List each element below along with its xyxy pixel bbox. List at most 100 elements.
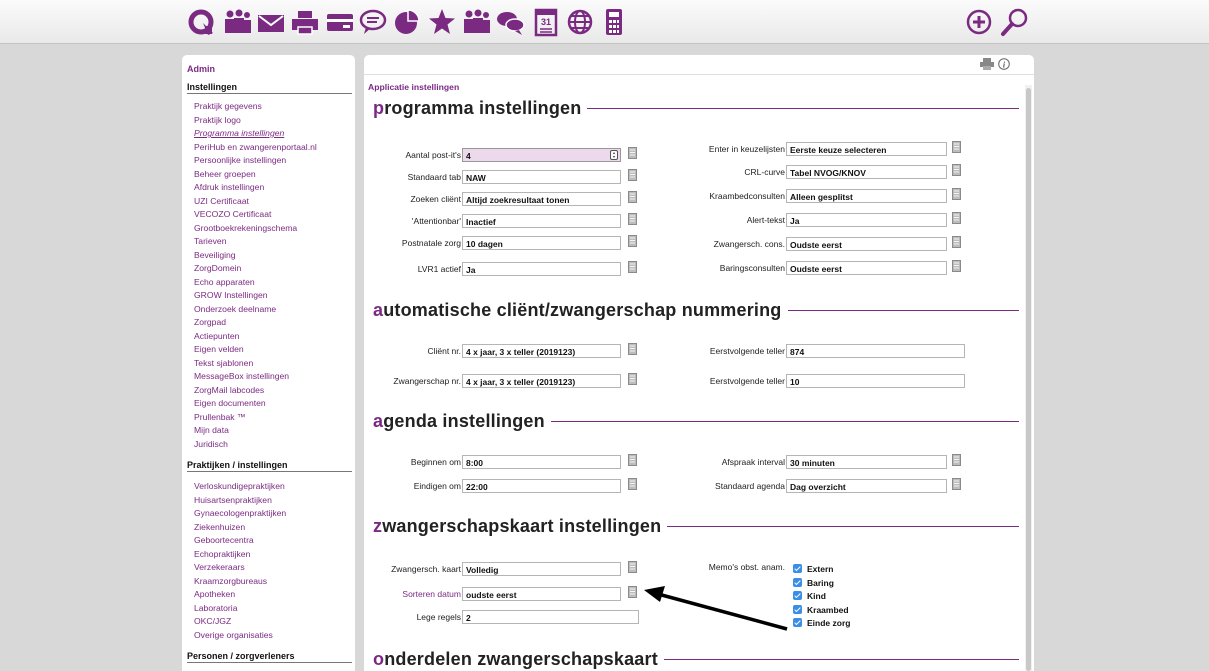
beginnen-om-input[interactable]: 8:00 (462, 455, 621, 469)
sidebar-link[interactable]: Zorgpad (194, 316, 317, 330)
sidebar-link[interactable]: OKC/JGZ (194, 615, 286, 629)
sidebar-link[interactable]: Beheer groepen (194, 168, 317, 182)
memo-checkbox[interactable] (793, 618, 802, 627)
sidebar-link[interactable]: Geboortecentra (194, 534, 286, 548)
card-icon[interactable] (325, 6, 355, 38)
sidebar-link[interactable]: Gynaecologenpraktijken (194, 507, 286, 521)
note-icon[interactable] (952, 164, 961, 176)
zwangersch-kaart-select[interactable]: Volledig (462, 562, 621, 576)
baringsconsulten-select[interactable]: Oudste eerst (786, 261, 947, 275)
sidebar-link[interactable]: Overige organisaties (194, 629, 286, 643)
sidebar-link[interactable]: Huisartsenpraktijken (194, 494, 286, 508)
eerstvolgende-teller-zwangerschap-input[interactable]: 10 (786, 374, 965, 388)
refresh-icon[interactable] (186, 6, 216, 38)
calendar-icon[interactable]: 31 (531, 6, 561, 38)
zwangersch-cons-select[interactable]: Oudste eerst (786, 237, 947, 251)
enter-keuzelijsten-select[interactable]: Eerste keuze selecteren (786, 142, 947, 156)
sidebar-link[interactable]: Tekst sjablonen (194, 357, 317, 371)
note-icon[interactable] (952, 188, 961, 200)
sidebar-link[interactable]: ZorgDomein (194, 262, 317, 276)
eindigen-om-input[interactable]: 22:00 (462, 479, 621, 493)
sidebar-link[interactable]: Persoonlijke instellingen (194, 154, 317, 168)
lvr1-actief-select[interactable]: Ja (462, 262, 621, 276)
sidebar-link[interactable]: Juridisch (194, 438, 317, 452)
info-icon[interactable]: i (998, 58, 1010, 70)
sidebar-link[interactable]: Onderzoek deelname (194, 303, 317, 317)
globe-icon[interactable] (565, 6, 595, 38)
sorteren-datum-select[interactable]: oudste eerst (462, 587, 621, 601)
add-icon[interactable] (964, 6, 994, 38)
standaard-agenda-select[interactable]: Dag overzicht (786, 479, 947, 493)
crl-curve-select[interactable]: Tabel NVOG/KNOV (786, 165, 947, 179)
sidebar-link[interactable]: MessageBox instellingen (194, 370, 317, 384)
note-icon[interactable] (952, 260, 961, 272)
note-icon[interactable] (628, 343, 637, 355)
note-icon[interactable] (628, 261, 637, 273)
sidebar-link[interactable]: Echopraktijken (194, 548, 286, 562)
sidebar-link[interactable]: Programma instellingen (194, 127, 317, 141)
sidebar-link[interactable]: Actiepunten (194, 330, 317, 344)
printer-icon[interactable] (290, 6, 320, 38)
note-icon[interactable] (952, 212, 961, 224)
chat-bubble-icon[interactable] (358, 6, 388, 38)
sidebar-link[interactable]: Ziekenhuizen (194, 521, 286, 535)
memo-checkbox[interactable] (793, 577, 802, 587)
stepper-icon[interactable] (610, 150, 618, 160)
sidebar-link[interactable]: GROW Instellingen (194, 289, 317, 303)
note-icon[interactable] (628, 373, 637, 385)
sidebar-link[interactable]: Praktijk logo (194, 114, 317, 128)
conversation-icon[interactable] (495, 6, 525, 38)
note-icon[interactable] (628, 561, 637, 573)
memo-checkbox[interactable] (793, 564, 802, 573)
note-icon[interactable] (628, 147, 637, 159)
afspraak-interval-select[interactable]: 30 minuten (786, 455, 947, 469)
sidebar-link[interactable]: Prullenbak ™ (194, 411, 317, 425)
sidebar-link[interactable]: Eigen documenten (194, 397, 317, 411)
attentionbar-select[interactable]: Inactief (462, 214, 621, 228)
eerstvolgende-teller-client-input[interactable]: 874 (786, 344, 965, 358)
calculator-icon[interactable] (599, 6, 629, 38)
kraambedconsulten-select[interactable]: Alleen gesplitst (786, 189, 947, 203)
note-icon[interactable] (952, 236, 961, 248)
note-icon[interactable] (628, 454, 637, 466)
note-icon[interactable] (628, 586, 637, 598)
client-nr-select[interactable]: 4 x jaar, 3 x teller (2019123) (462, 344, 621, 358)
postnatale-zorg-select[interactable]: 10 dagen (462, 236, 621, 250)
sidebar-link[interactable]: UZI Certificaat (194, 195, 317, 209)
memo-checkbox[interactable] (793, 591, 802, 600)
aantal-postits-input[interactable]: 4 (462, 148, 621, 162)
star-icon[interactable] (427, 6, 457, 38)
sidebar-link[interactable]: Kraamzorgbureaus (194, 575, 286, 589)
sidebar-link[interactable]: Praktijk gegevens (194, 100, 317, 114)
sidebar-link[interactable]: Verloskundigepraktijken (194, 480, 286, 494)
note-icon[interactable] (952, 141, 961, 153)
note-icon[interactable] (628, 191, 637, 203)
alert-tekst-select[interactable]: Ja (786, 213, 947, 227)
scrollbar-thumb[interactable] (1026, 88, 1031, 671)
sidebar-link[interactable]: Laboratoria (194, 602, 286, 616)
print-icon[interactable] (980, 58, 994, 70)
group-icon[interactable] (461, 6, 491, 38)
note-icon[interactable] (628, 169, 637, 181)
zwangerschap-nr-select[interactable]: 4 x jaar, 3 x teller (2019123) (462, 374, 621, 388)
sidebar-link[interactable]: Verzekeraars (194, 561, 286, 575)
sidebar-link[interactable]: Apotheken (194, 588, 286, 602)
sidebar-link[interactable]: Grootboekrekeningschema (194, 222, 317, 236)
memo-checkbox[interactable] (793, 604, 802, 614)
sidebar-link[interactable]: Tarieven (194, 235, 317, 249)
note-icon[interactable] (952, 454, 961, 466)
people-icon[interactable] (222, 6, 252, 38)
sidebar-link[interactable]: Eigen velden (194, 343, 317, 357)
mail-icon[interactable] (256, 6, 286, 38)
lege-regels-input[interactable]: 2 (462, 610, 639, 624)
sidebar-link[interactable]: Echo apparaten (194, 276, 317, 290)
sidebar-link[interactable]: Beveiliging (194, 249, 317, 263)
sidebar-link[interactable]: Mijn data (194, 424, 317, 438)
standaard-tab-select[interactable]: NAW (462, 170, 621, 184)
sidebar-link[interactable]: PeriHub en zwangerenportaal.nl (194, 141, 317, 155)
pie-chart-icon[interactable] (392, 6, 422, 38)
sidebar-link[interactable]: ZorgMail labcodes (194, 384, 317, 398)
note-icon[interactable] (952, 478, 961, 490)
search-icon[interactable] (1000, 6, 1030, 38)
note-icon[interactable] (628, 235, 637, 247)
